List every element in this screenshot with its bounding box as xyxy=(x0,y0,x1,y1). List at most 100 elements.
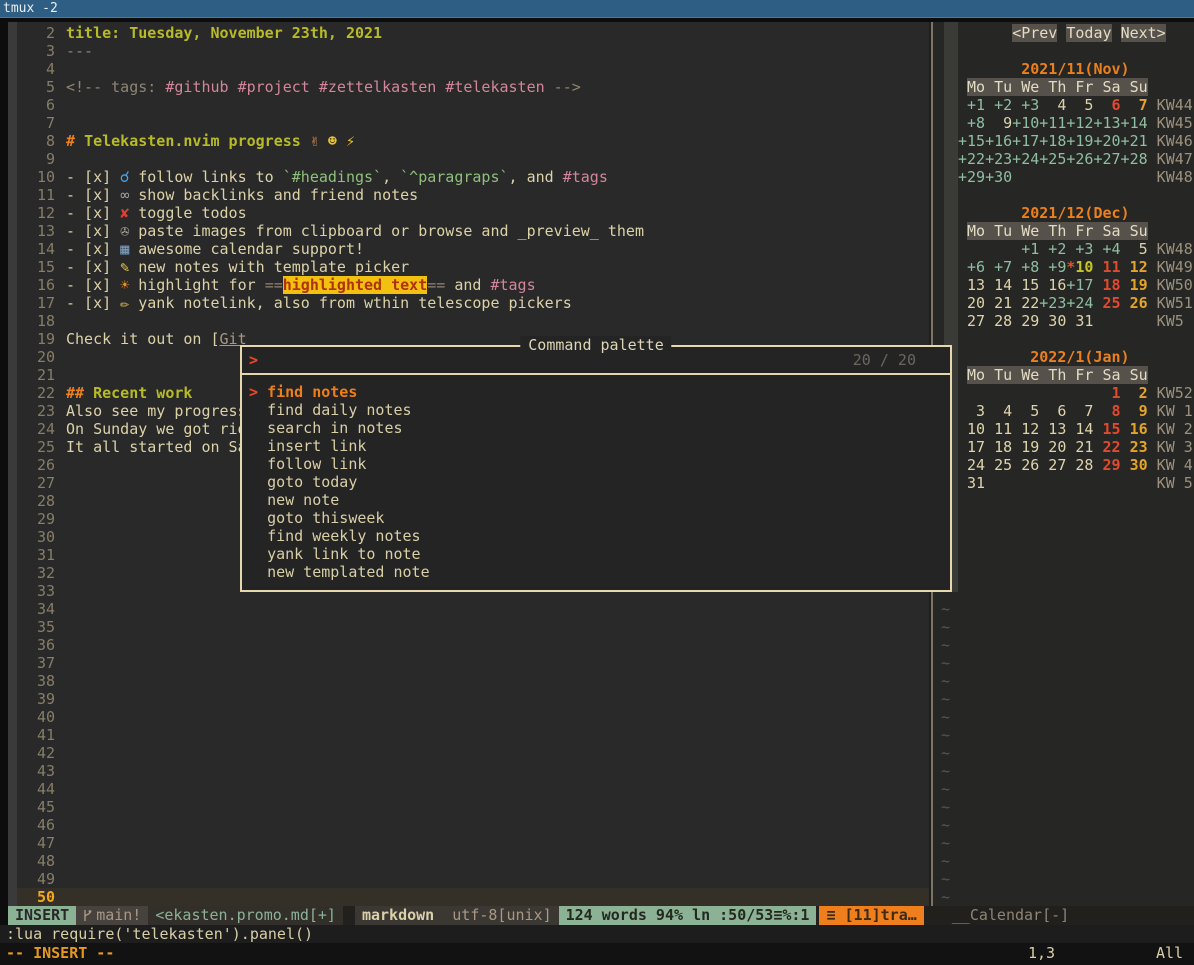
palette-prompt-row[interactable]: > 20 / 20 xyxy=(242,347,950,375)
calendar-cells: 8 xyxy=(1093,402,1120,420)
calendar-line: +1 +2 +3 +4 5 KW48 xyxy=(958,240,1193,258)
calendar-cells: 22 xyxy=(1093,438,1120,456)
calendar-cells: +22+23+24+25+26+27+28 xyxy=(958,150,1148,168)
calendar-statusline: __Calendar[-] xyxy=(924,906,1194,925)
result-counter: 20 / 20 xyxy=(853,347,916,373)
calendar-cells: KW5 xyxy=(1148,312,1184,330)
editor-line: 3--- xyxy=(17,42,93,60)
tmux-titlebar: tmux -2 xyxy=(0,0,1194,18)
editor-line: 18 xyxy=(17,312,66,330)
palette-item[interactable]: > find notes xyxy=(242,383,950,401)
calendar-today-button[interactable]: Today xyxy=(1066,24,1111,42)
calendar-line: +1 +2 +3 4 5 6 7 KW44 xyxy=(958,96,1193,114)
editor-line: 8# Telekasten.nvim progress ✌ ☻ ⚡ xyxy=(17,132,355,150)
calendar-cells: +23+24 xyxy=(1039,294,1093,312)
calendar-cells: +1 +2 +3 +4 xyxy=(1012,240,1120,258)
calendar-line: 2021/12(Dec) xyxy=(958,204,1130,222)
calendar-cells xyxy=(958,78,967,96)
calendar-cells: KW48 xyxy=(1148,168,1193,186)
palette-item-label: insert link xyxy=(267,437,366,455)
calendar-month-title: 2022/1(Jan) xyxy=(1030,348,1129,366)
encoding-label: utf-8[unix] xyxy=(452,906,551,924)
calendar-prev-button[interactable]: <Prev xyxy=(1012,24,1057,42)
line-number: 12 xyxy=(17,204,59,222)
filetype-segment: markdown utf-8[unix] xyxy=(355,906,559,925)
palette-item[interactable]: goto thisweek xyxy=(242,509,950,527)
line-text: - [x] ☌ follow links to `#headings`, `^p… xyxy=(66,168,608,186)
calendar-cells: 2 xyxy=(1121,384,1148,402)
palette-item[interactable]: follow link xyxy=(242,455,950,473)
calendar-cells xyxy=(1093,312,1147,330)
editor-line: 33 xyxy=(17,582,66,600)
calendar-cells xyxy=(958,222,967,240)
editor-line: 7 xyxy=(17,114,66,132)
palette-item[interactable]: yank link to note xyxy=(242,545,950,563)
calendar-cells: KW50 xyxy=(1148,276,1193,294)
palette-item[interactable]: new note xyxy=(242,491,950,509)
line-number: 30 xyxy=(17,528,59,546)
palette-item[interactable]: new templated note xyxy=(242,563,950,581)
editor-line: 2title: Tuesday, November 23th, 2021 xyxy=(17,24,382,42)
line-number: 47 xyxy=(17,834,59,852)
editor-line: 29 xyxy=(17,510,66,528)
line-number: 5 xyxy=(17,78,59,96)
calendar-window[interactable]: <Prev Today Next> 2021/11(Nov) Mo Tu We … xyxy=(933,22,1194,906)
empty-line-tilde: ~ xyxy=(941,726,950,744)
calendar-cells: KW49 xyxy=(1148,258,1193,276)
editor-line: 43 xyxy=(17,762,66,780)
line-number: 10 xyxy=(17,168,59,186)
calendar-line: Mo Tu We Th Fr Sa Su xyxy=(958,78,1148,96)
line-text: Also see my progress xyxy=(66,402,247,420)
calendar-line: +15+16+17+18+19+20+21 KW46 xyxy=(958,132,1193,150)
line-number: 14 xyxy=(17,240,59,258)
calendar-cells: +17 xyxy=(1066,276,1093,294)
line-number: 43 xyxy=(17,762,59,780)
line-number: 25 xyxy=(17,438,59,456)
editor-line: 50 xyxy=(17,888,929,906)
calendar-next-button[interactable]: Next> xyxy=(1121,24,1166,42)
calendar-cells: +29+30 xyxy=(958,168,1012,186)
empty-line-tilde: ~ xyxy=(941,870,950,888)
editor-line: 19Check it out on [Git xyxy=(17,330,247,348)
calendar-line: 2021/11(Nov) xyxy=(958,60,1130,78)
tmux-title-text: tmux -2 xyxy=(3,1,58,16)
editor-line: 16- [x] ☀ highlight for ==highlighted te… xyxy=(17,276,536,294)
calendar-line: 24 25 26 27 28 29 30 KW 4 xyxy=(958,456,1193,474)
calendar-cells xyxy=(958,204,1021,222)
selection-caret xyxy=(249,437,267,455)
empty-line-tilde: ~ xyxy=(941,654,950,672)
editor-line: 44 xyxy=(17,780,66,798)
calendar-cells: KW45 xyxy=(1148,114,1193,132)
command-line[interactable]: :lua require('telekasten').panel() xyxy=(0,925,1194,943)
editor-line: 24On Sunday we got rid xyxy=(17,420,247,438)
prompt-caret: > xyxy=(249,347,258,373)
calendar-cells: 20 21 22 xyxy=(958,294,1039,312)
palette-item[interactable]: find weekly notes xyxy=(242,527,950,545)
git-branch-label: main! xyxy=(96,906,141,924)
selection-caret xyxy=(249,401,267,419)
palette-item-label: find daily notes xyxy=(267,401,412,419)
editor-line: 35 xyxy=(17,618,66,636)
empty-line-tilde: ~ xyxy=(941,798,950,816)
editor-line: 14- [x] ▦ awesome calendar support! xyxy=(17,240,364,258)
line-number: 21 xyxy=(17,366,59,384)
calendar-cells: +15+16+17+18+19+20+21 xyxy=(958,132,1148,150)
calendar-cells: 31 xyxy=(958,474,985,492)
line-number: 38 xyxy=(17,672,59,690)
scroll-indicator: All xyxy=(1156,943,1183,964)
calendar-cells: 1 xyxy=(1093,384,1120,402)
calendar-cells: 11 xyxy=(1093,258,1120,276)
command-palette[interactable]: Command palette > 20 / 20 > find notes f… xyxy=(240,345,952,592)
line-number: 46 xyxy=(17,816,59,834)
line-text: - [x] ✏ yank notelink, also from wthin t… xyxy=(66,294,572,312)
editor-line: 9 xyxy=(17,150,66,168)
line-number: 40 xyxy=(17,708,59,726)
palette-item[interactable]: goto today xyxy=(242,473,950,491)
palette-item-label: goto thisweek xyxy=(267,509,384,527)
palette-item[interactable]: insert link xyxy=(242,437,950,455)
palette-item[interactable]: search in notes xyxy=(242,419,950,437)
palette-item[interactable]: find daily notes xyxy=(242,401,950,419)
calendar-line: <Prev Today Next> xyxy=(958,24,1166,42)
filename-segment: <ekasten.promo.md[+] xyxy=(148,906,343,925)
calendar-cells xyxy=(1012,168,1147,186)
